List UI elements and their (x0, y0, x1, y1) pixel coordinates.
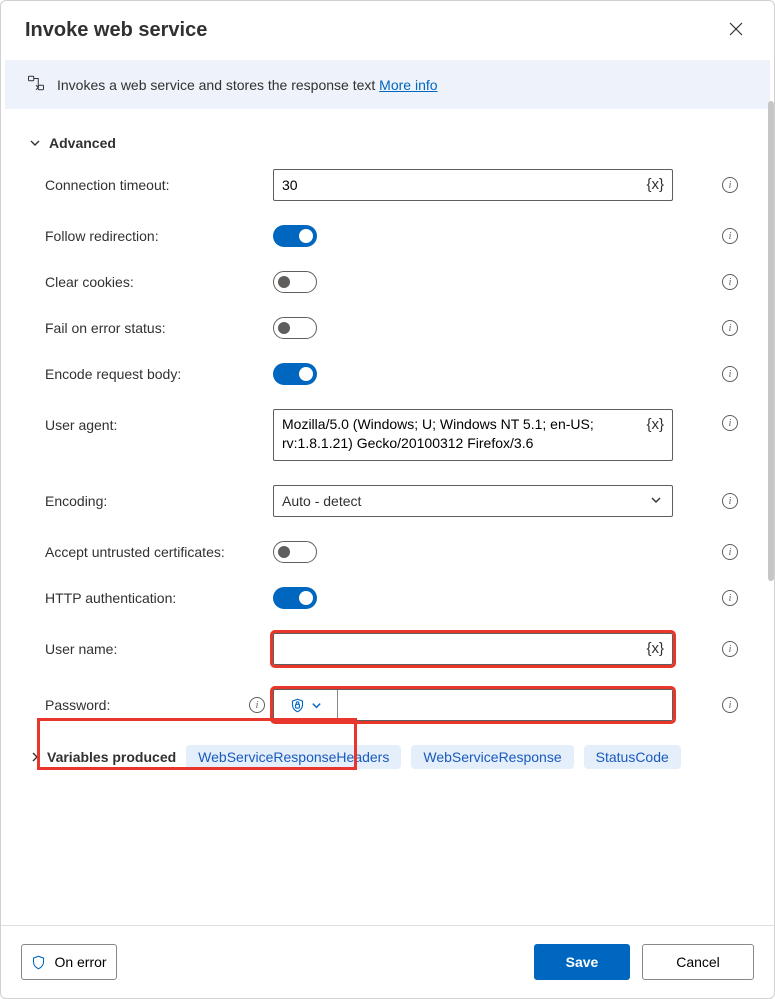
clear-cookies-label: Clear cookies: (29, 274, 273, 290)
connection-timeout-input[interactable] (282, 177, 664, 193)
on-error-button[interactable]: On error (21, 944, 117, 980)
encoding-select[interactable]: Auto - detect (273, 485, 673, 517)
info-icon[interactable]: i (722, 544, 738, 560)
password-label: Password: i (29, 697, 273, 713)
http-authentication-label: HTTP authentication: (29, 590, 273, 606)
content-area: Advanced Connection timeout: {x} i Follo… (1, 117, 774, 925)
info-icon[interactable]: i (722, 697, 738, 713)
accept-untrusted-label: Accept untrusted certificates: (29, 544, 273, 560)
field-user-name: User name: {x} i (29, 633, 746, 665)
variables-produced-row: Variables produced WebServiceResponseHea… (29, 745, 746, 769)
chevron-down-icon (29, 137, 41, 149)
info-icon[interactable]: i (722, 274, 738, 290)
close-button[interactable] (722, 15, 750, 46)
user-name-input-wrap: {x} (273, 633, 673, 665)
section-advanced-label: Advanced (49, 135, 116, 151)
more-info-link[interactable]: More info (379, 77, 437, 93)
info-icon[interactable]: i (722, 320, 738, 336)
save-button[interactable]: Save (534, 944, 630, 980)
info-icon[interactable]: i (722, 493, 738, 509)
connection-timeout-input-wrap: {x} (273, 169, 673, 201)
user-name-label: User name: (29, 641, 273, 657)
accept-untrusted-toggle[interactable] (273, 541, 317, 563)
variable-picker-icon[interactable]: {x} (646, 416, 664, 433)
variable-picker-icon[interactable]: {x} (646, 176, 664, 193)
info-icon[interactable]: i (722, 366, 738, 382)
variables-produced-header[interactable]: Variables produced (29, 749, 176, 765)
info-icon[interactable]: i (722, 641, 738, 657)
dialog-footer: On error Save Cancel (1, 925, 774, 998)
fail-on-error-label: Fail on error status: (29, 320, 273, 336)
dialog-title: Invoke web service (25, 19, 207, 42)
shield-icon (31, 955, 46, 970)
fail-on-error-toggle[interactable] (273, 317, 317, 339)
chevron-down-icon (650, 493, 662, 509)
clear-cookies-toggle[interactable] (273, 271, 317, 293)
user-agent-input-wrap: {x} (273, 409, 673, 461)
info-icon[interactable]: i (722, 415, 738, 431)
field-follow-redirection: Follow redirection: i (29, 225, 746, 247)
info-icon[interactable]: i (249, 697, 265, 713)
password-input[interactable] (338, 690, 672, 720)
connection-timeout-label: Connection timeout: (29, 177, 273, 193)
field-fail-on-error: Fail on error status: i (29, 317, 746, 339)
encoding-value: Auto - detect (282, 493, 361, 509)
info-icon[interactable]: i (722, 228, 738, 244)
lock-icon (290, 698, 305, 713)
variable-picker-icon[interactable]: {x} (646, 640, 664, 657)
variable-chip[interactable]: StatusCode (584, 745, 681, 769)
variable-chip[interactable]: WebServiceResponseHeaders (186, 745, 401, 769)
field-encoding: Encoding: Auto - detect i (29, 485, 746, 517)
close-icon (728, 21, 744, 37)
invoke-web-service-icon (27, 74, 45, 95)
field-clear-cookies: Clear cookies: i (29, 271, 746, 293)
encoding-label: Encoding: (29, 493, 273, 509)
field-http-authentication: HTTP authentication: i (29, 587, 746, 609)
user-agent-label: User agent: (29, 409, 273, 433)
password-mode-picker[interactable] (274, 690, 338, 720)
chevron-right-icon (29, 751, 41, 763)
field-connection-timeout: Connection timeout: {x} i (29, 169, 746, 201)
scrollbar-thumb[interactable] (768, 101, 774, 581)
user-name-input[interactable] (282, 641, 664, 657)
user-agent-input[interactable] (282, 415, 664, 455)
description-bar: Invokes a web service and stores the res… (5, 60, 770, 109)
encode-body-label: Encode request body: (29, 366, 273, 382)
cancel-button[interactable]: Cancel (642, 944, 754, 980)
variable-chip[interactable]: WebServiceResponse (411, 745, 573, 769)
follow-redirection-label: Follow redirection: (29, 228, 273, 244)
field-encode-body: Encode request body: i (29, 363, 746, 385)
encode-body-toggle[interactable] (273, 363, 317, 385)
dialog-header: Invoke web service (1, 1, 774, 60)
follow-redirection-toggle[interactable] (273, 225, 317, 247)
section-advanced-header[interactable]: Advanced (29, 135, 746, 151)
field-user-agent: User agent: {x} i (29, 409, 746, 461)
field-password: Password: i i (29, 689, 746, 721)
description-text: Invokes a web service and stores the res… (57, 77, 438, 93)
chevron-down-icon (311, 700, 322, 711)
password-input-wrap (273, 689, 673, 721)
info-icon[interactable]: i (722, 177, 738, 193)
info-icon[interactable]: i (722, 590, 738, 606)
http-authentication-toggle[interactable] (273, 587, 317, 609)
field-accept-untrusted: Accept untrusted certificates: i (29, 541, 746, 563)
